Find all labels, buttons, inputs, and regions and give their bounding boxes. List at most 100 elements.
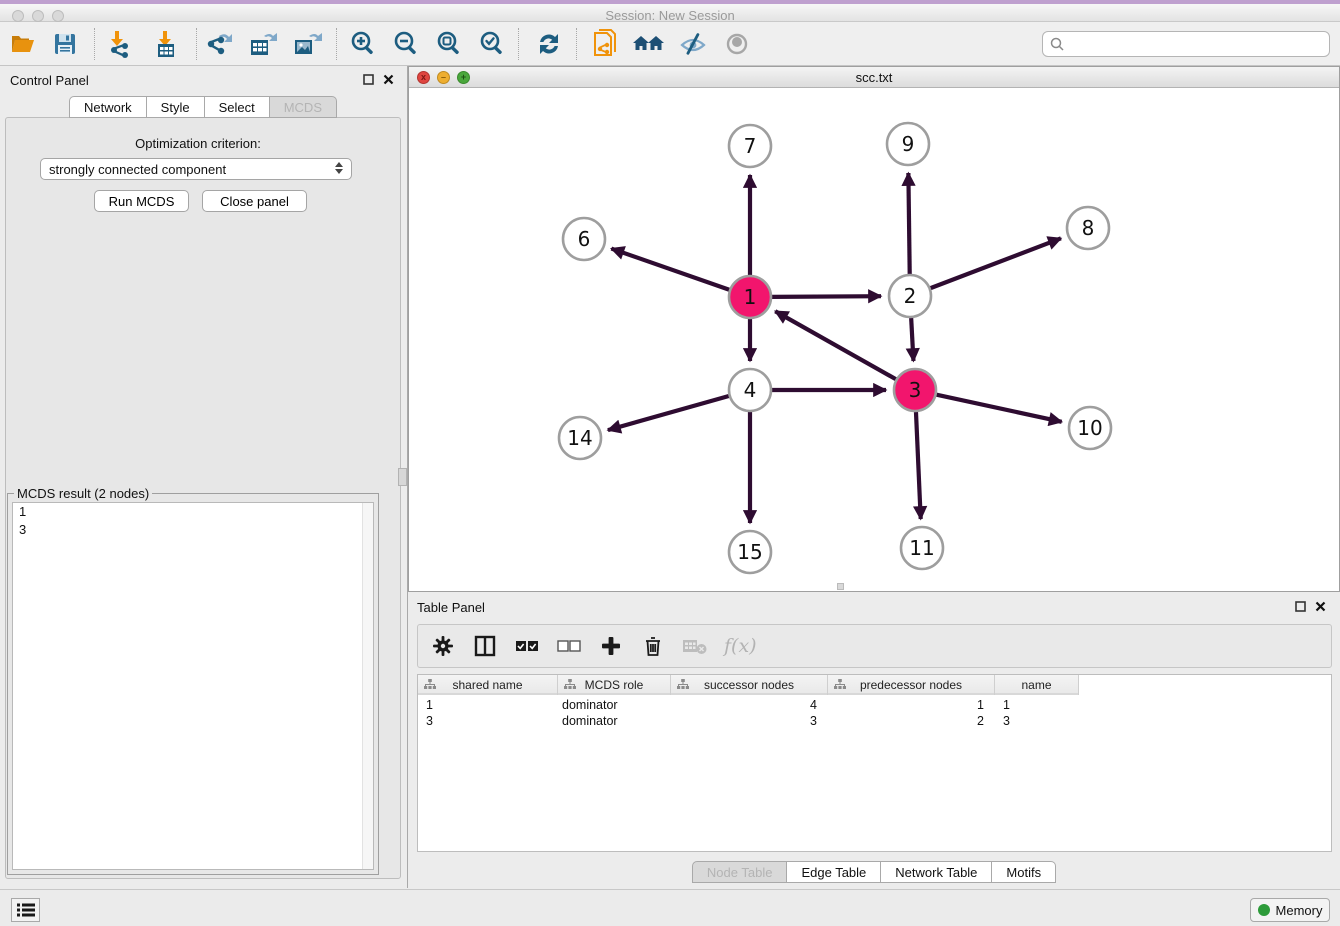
column-header-name[interactable]: name — [995, 675, 1079, 695]
add-column-icon[interactable] — [598, 633, 624, 659]
toolbar-separator — [518, 28, 519, 60]
export-network-icon[interactable] — [202, 29, 236, 59]
result-scrollbar[interactable] — [362, 503, 373, 869]
unselect-all-columns-icon[interactable] — [556, 633, 582, 659]
column-header-successor-nodes[interactable]: successor nodes — [671, 675, 828, 695]
graph-edge-3-10[interactable] — [936, 395, 1061, 422]
show-panels-list-button[interactable] — [11, 898, 40, 922]
zoom-in-icon[interactable] — [346, 29, 380, 59]
list-icon — [16, 902, 36, 918]
graph-node-label-7: 7 — [744, 134, 757, 158]
column-header-shared-name[interactable]: shared name — [418, 675, 558, 695]
cell-successor-nodes[interactable]: 4 — [671, 697, 828, 713]
tab-style[interactable]: Style — [147, 96, 205, 118]
control-panel-tabs: Network Style Select MCDS — [0, 96, 406, 118]
cell-predecessor-nodes[interactable]: 1 — [828, 697, 995, 713]
graph-edge-1-6[interactable] — [611, 249, 729, 290]
network-frame-titlebar[interactable]: x – + scc.txt — [409, 67, 1339, 88]
tab-motifs[interactable]: Motifs — [992, 861, 1056, 883]
float-table-panel-icon[interactable] — [1295, 601, 1306, 612]
settings-gear-icon[interactable] — [430, 633, 456, 659]
graph-edge-1-2[interactable] — [772, 296, 881, 297]
criterion-select[interactable]: strongly connected component — [40, 158, 352, 180]
apply-layout-icon[interactable] — [532, 29, 566, 59]
cell-successor-nodes[interactable]: 3 — [671, 713, 828, 729]
export-image-icon[interactable] — [290, 29, 324, 59]
mcds-result-item[interactable]: 3 — [13, 521, 373, 539]
hide-panel-eye-icon[interactable] — [676, 29, 710, 59]
tab-node-table[interactable]: Node Table — [692, 861, 788, 883]
status-bar: Memory — [0, 889, 1340, 926]
copy-network-icon[interactable] — [588, 29, 622, 59]
cell-predecessor-nodes[interactable]: 2 — [828, 713, 995, 729]
criterion-value: strongly connected component — [49, 162, 226, 177]
mcds-result-item[interactable]: 1 — [13, 503, 373, 521]
tab-select[interactable]: Select — [205, 96, 270, 118]
cell-shared-name[interactable]: 1 — [418, 697, 558, 713]
graph-edge-2-9[interactable] — [908, 173, 909, 274]
graph-edge-4-14[interactable] — [608, 396, 729, 430]
search-input[interactable] — [1042, 31, 1330, 57]
memory-status-dot — [1258, 904, 1270, 916]
close-panel-button[interactable]: Close panel — [202, 190, 307, 212]
column-header-predecessor-nodes[interactable]: predecessor nodes — [828, 675, 995, 695]
main-toolbar — [0, 22, 1340, 66]
import-network-icon[interactable] — [102, 29, 136, 59]
cell-name[interactable]: 1 — [995, 697, 1079, 713]
zoom-selected-icon[interactable] — [475, 29, 509, 59]
cell-shared-name[interactable]: 3 — [418, 713, 558, 729]
network-canvas[interactable]: 7968124314101511 — [409, 88, 1339, 591]
select-all-columns-icon[interactable] — [514, 633, 540, 659]
cell-mcds-role[interactable]: dominator — [558, 697, 671, 713]
close-table-panel-icon[interactable] — [1315, 601, 1326, 612]
control-panel: Control Panel Network Style Select MCDS … — [0, 66, 406, 888]
splitter-handle[interactable] — [398, 468, 407, 486]
zoom-fit-icon[interactable] — [432, 29, 466, 59]
export-table-icon[interactable] — [246, 29, 280, 59]
tab-network-table[interactable]: Network Table — [881, 861, 992, 883]
float-panel-icon[interactable] — [363, 74, 374, 85]
mcds-result-title: MCDS result (2 nodes) — [14, 486, 152, 501]
select-stepper-icon — [335, 162, 343, 174]
import-table-icon[interactable] — [148, 29, 182, 59]
column-view-icon[interactable] — [472, 633, 498, 659]
network-title: scc.txt — [409, 70, 1339, 85]
home-networks-icon[interactable] — [632, 29, 666, 59]
run-mcds-button[interactable]: Run MCDS — [94, 190, 189, 212]
node-table[interactable]: shared name MCDS role successor nodes pr… — [417, 674, 1332, 852]
graph-edge-2-3[interactable] — [911, 318, 913, 361]
mcds-result-list[interactable]: 1 3 — [12, 502, 374, 870]
graph-edge-3-11[interactable] — [916, 412, 921, 519]
delete-table-icon-disabled — [682, 633, 708, 659]
graph-node-label-11: 11 — [909, 536, 934, 560]
table-row[interactable]: 1 dominator 4 1 1 — [418, 697, 1079, 713]
cell-name[interactable]: 3 — [995, 713, 1079, 729]
close-panel-icon[interactable] — [383, 74, 394, 85]
show-panel-eye-icon-disabled — [720, 29, 754, 59]
zoom-out-icon[interactable] — [389, 29, 423, 59]
graph-node-label-4: 4 — [744, 378, 757, 402]
tab-edge-table[interactable]: Edge Table — [787, 861, 881, 883]
delete-columns-trash-icon[interactable] — [640, 633, 666, 659]
frame-resize-handle[interactable] — [837, 583, 844, 590]
hierarchy-icon — [834, 679, 846, 691]
column-header-mcds-role[interactable]: MCDS role — [558, 675, 671, 695]
tab-network[interactable]: Network — [69, 96, 147, 118]
hierarchy-icon — [564, 679, 576, 691]
cell-mcds-role[interactable]: dominator — [558, 713, 671, 729]
graph-edge-2-8[interactable] — [931, 238, 1061, 288]
table-row[interactable]: 3 dominator 3 2 3 — [418, 713, 1079, 729]
toolbar-separator — [196, 28, 197, 60]
fx-label: f(x) — [724, 635, 757, 657]
optimization-criterion-label: Optimization criterion: — [0, 136, 396, 151]
control-panel-title: Control Panel — [10, 73, 89, 88]
save-session-icon[interactable] — [48, 29, 82, 59]
table-tabs: Node Table Edge Table Network Table Moti… — [408, 861, 1340, 883]
graph-edge-3-1[interactable] — [775, 311, 896, 379]
function-builder-button: f(x) — [724, 633, 757, 659]
window-title: Session: New Session — [0, 8, 1340, 23]
memory-button[interactable]: Memory — [1250, 898, 1330, 922]
tab-mcds[interactable]: MCDS — [270, 96, 337, 118]
graph-node-label-2: 2 — [904, 284, 917, 308]
open-session-icon[interactable] — [6, 29, 40, 59]
